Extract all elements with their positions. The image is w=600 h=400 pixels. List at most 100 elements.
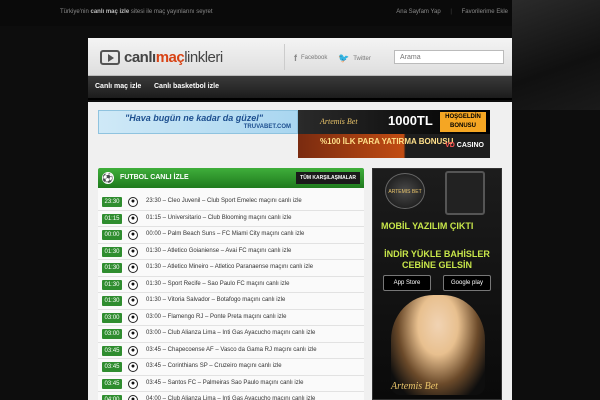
match-row[interactable]: 01:30 ● 01:30 – Vitoria Salvador – Botafog… <box>98 293 364 310</box>
main-content: "Hava bugün ne kadar da güzel" TRUVABET.… <box>88 102 512 400</box>
match-time: 01:30 <box>102 296 122 306</box>
match-time: 03:00 <box>102 312 122 323</box>
match-row[interactable]: 01:30 ● 01:30 – Sport Recife – Sao Paulo F… <box>98 277 364 293</box>
set-homepage-link[interactable]: Ana Sayfam Yap <box>396 9 440 15</box>
football-icon: ● <box>128 345 138 356</box>
facebook-link[interactable]: f Facebook <box>294 53 327 63</box>
match-time: 04:00 <box>102 395 122 400</box>
match-time: 03:45 <box>102 345 122 356</box>
banner-brand-vd: VD <box>445 142 455 149</box>
match-link[interactable]: 01:15 – Universitario – Club Blooming ma… <box>146 215 291 221</box>
search-input[interactable] <box>394 50 504 64</box>
banner-text: %100 İLK PARA YATIRMA BONUSU <box>320 137 454 146</box>
artemisbet-banner[interactable]: Artemis Bet 1000TL HOŞGELDİN BONUSU <box>298 110 490 134</box>
match-row[interactable]: 01:30 ● 01:30 – Atletico Mineiro – Atletic… <box>98 260 364 277</box>
google-play-badge[interactable]: Google play <box>443 275 491 291</box>
match-time: 03:45 <box>102 378 122 389</box>
facebook-icon: f <box>294 53 297 63</box>
banner-amount: 1000TL <box>388 113 433 128</box>
tagline-bold: canlı maç izle <box>90 9 130 15</box>
match-row[interactable]: 00:00 ● 00:00 – Palm Beach Suns – FC Miami… <box>98 227 364 244</box>
football-icon: ● <box>128 197 138 207</box>
banner-brand: Artemis Bet <box>320 117 358 126</box>
match-link[interactable]: 03:00 – Club Alianza Lima – Inti Gas Aya… <box>146 330 315 336</box>
match-time: 03:00 <box>102 329 122 339</box>
nav-item-football[interactable]: Canlı maç izle <box>95 83 141 90</box>
football-icon: ● <box>128 279 138 290</box>
football-icon: ● <box>128 230 138 240</box>
vdcasino-banner[interactable]: %100 İLK PARA YATIRMA BONUSU VD CASINO <box>298 134 490 158</box>
match-row[interactable]: 03:45 ● 03:45 – Corinthians SP – Cruzeiro … <box>98 359 364 376</box>
top-bar: Türkiye'nin canlı maç izle sitesi ile ma… <box>0 0 600 26</box>
top-links: Ana Sayfam Yap | Favorilerime Ekle <box>392 9 512 15</box>
ad-subheadline: İNDİR YÜKLE BAHİSLER CEBİNE GELSİN <box>384 249 490 270</box>
logo-text-3: linkleri <box>184 48 223 66</box>
link-separator: | <box>450 9 452 15</box>
tagline-prefix: Türkiye'nin <box>60 9 89 15</box>
main-nav: Canlı maç izle Canlı basketbol izle <box>88 76 512 100</box>
match-link[interactable]: 03:45 – Chapecoense AF – Vasco da Gama R… <box>146 347 317 353</box>
match-time: 01:30 <box>102 246 122 257</box>
match-link[interactable]: 03:45 – Corinthians SP – Cruzeiro maçını… <box>146 363 282 369</box>
header-divider <box>284 44 285 70</box>
football-icon: ⚽ <box>102 172 114 184</box>
match-link[interactable]: 03:45 – Santos FC – Palmeiras Sao Paulo … <box>146 380 303 386</box>
nav-item-basketball[interactable]: Canlı basketbol izle <box>154 83 219 90</box>
background-image <box>512 0 600 110</box>
match-row[interactable]: 03:45 ● 03:45 – Chapecoense AF – Vasco da … <box>98 343 364 359</box>
match-row[interactable]: 01:15 ● 01:15 – Universitario – Club Bloom… <box>98 211 364 227</box>
phone-image <box>445 171 485 215</box>
add-favorites-link[interactable]: Favorilerime Ekle <box>462 9 508 15</box>
tagline-suffix: sitesi ile maç yayınlarını seyret <box>130 9 213 15</box>
twitter-link[interactable]: 🐦 Twitter <box>338 53 371 64</box>
football-icon: ● <box>128 378 138 389</box>
site-header: canlı maç linkleri f Facebook 🐦 Twitter <box>88 38 512 76</box>
site-tagline: Türkiye'nin canlı maç izle sitesi ile ma… <box>60 9 213 15</box>
match-link[interactable]: 01:30 – Atletico Goianiense – Avai FC ma… <box>146 248 291 254</box>
match-time: 23:30 <box>102 197 122 207</box>
match-link[interactable]: 04:00 – Club Alianza Lima – Inti Gas Aya… <box>146 396 315 400</box>
twitter-label: Twitter <box>353 55 371 62</box>
twitter-icon: 🐦 <box>338 53 350 63</box>
match-link[interactable]: 01:30 – Vitoria Salvador – Botafogo maçı… <box>146 297 285 303</box>
app-store-badge[interactable]: App Store <box>383 275 431 291</box>
football-icon: ● <box>128 263 138 273</box>
football-icon: ● <box>128 362 138 372</box>
match-row[interactable]: 03:00 ● 03:00 – Flamengo RJ – Ponte Preta … <box>98 310 364 326</box>
match-time: 01:15 <box>102 213 122 224</box>
football-icon: ● <box>128 329 138 339</box>
football-panel: ⚽ FUTBOL CANLI İZLE TÜM KARŞILAŞMALAR 23… <box>98 168 364 400</box>
banner-text: "Hava bugün ne kadar da güzel" <box>125 113 264 123</box>
match-time: 03:45 <box>102 362 122 372</box>
match-row[interactable]: 03:45 ● 03:45 – Santos FC – Palmeiras Sao … <box>98 376 364 392</box>
match-row[interactable]: 03:00 ● 03:00 – Club Alianza Lima – Inti G… <box>98 326 364 343</box>
ad-model-image <box>391 295 485 395</box>
match-row[interactable]: 01:30 ● 01:30 – Atletico Goianiense – Avai… <box>98 244 364 260</box>
sidebar-ad[interactable]: ARTEMIS BET MOBİL YAZILIM ÇIKTI İNDİR YÜ… <box>372 168 502 400</box>
football-icon: ● <box>128 296 138 306</box>
facebook-label: Facebook <box>301 55 328 61</box>
match-link[interactable]: 23:30 – Cleo Juvenil – Club Sport Emelec… <box>146 198 302 204</box>
match-link[interactable]: 00:00 – Palm Beach Suns – FC Miami City … <box>146 231 304 237</box>
truvabet-banner[interactable]: "Hava bugün ne kadar da güzel" TRUVABET.… <box>98 110 298 134</box>
football-icon: ● <box>128 395 138 400</box>
football-icon: ● <box>128 213 138 224</box>
match-link[interactable]: 03:00 – Flamengo RJ – Ponte Preta maçını… <box>146 314 286 320</box>
match-row[interactable]: 23:30 ● 23:30 – Cleo Juvenil – Club Sport … <box>98 194 364 211</box>
football-icon: ● <box>128 312 138 323</box>
match-time: 01:30 <box>102 279 122 290</box>
ad-headline: MOBİL YAZILIM ÇIKTI <box>381 221 474 231</box>
site-logo[interactable]: canlı maç linkleri <box>100 48 223 66</box>
banner-brand: TRUVABET.COM <box>243 124 291 130</box>
banner-brand-casino: CASINO <box>456 142 484 149</box>
match-row[interactable]: 04:00 ● 04:00 – Club Alianza Lima – Inti G… <box>98 392 364 400</box>
match-time: 00:00 <box>102 230 122 240</box>
match-link[interactable]: 01:30 – Atletico Mineiro – Atletico Para… <box>146 264 313 270</box>
all-matches-button[interactable]: TÜM KARŞILAŞMALAR <box>296 172 360 184</box>
match-list: 23:30 ● 23:30 – Cleo Juvenil – Club Sport … <box>98 194 364 400</box>
match-link[interactable]: 01:30 – Sport Recife – Sao Paulo FC maçı… <box>146 281 289 287</box>
ad-brand: Artemis Bet <box>391 381 438 392</box>
panel-header: ⚽ FUTBOL CANLI İZLE TÜM KARŞILAŞMALAR <box>98 168 364 188</box>
ad-logo: ARTEMIS BET <box>385 173 425 209</box>
panel-title: FUTBOL CANLI İZLE <box>120 174 189 181</box>
